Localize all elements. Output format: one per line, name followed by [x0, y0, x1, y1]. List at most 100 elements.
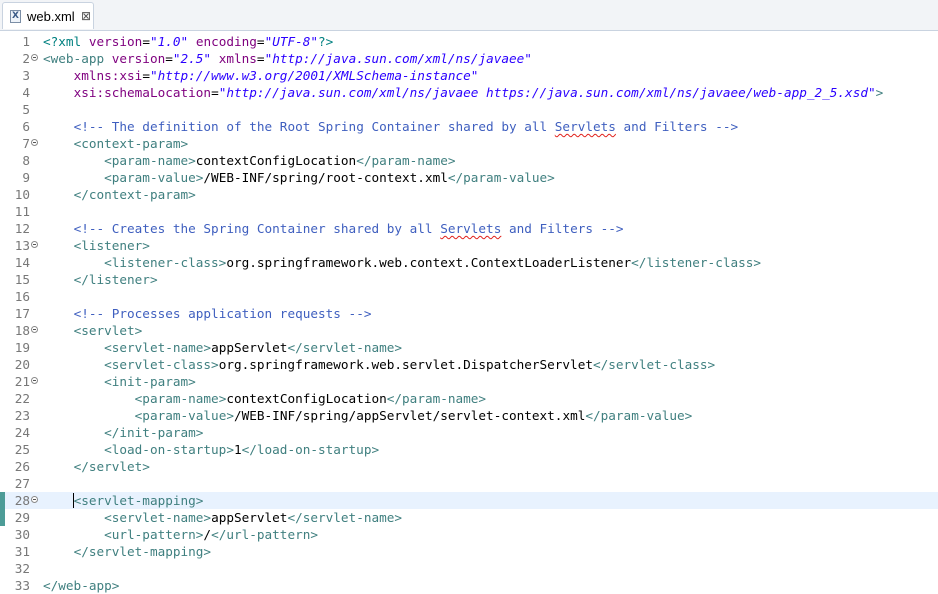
- fold-toggle-icon[interactable]: [31, 54, 38, 61]
- close-icon[interactable]: ⊠: [79, 8, 93, 24]
- code-editor[interactable]: 1 <?xml version="1.0" encoding="UTF-8"?> 2…: [0, 31, 938, 594]
- code-line[interactable]: 15 </listener>: [0, 271, 938, 288]
- fold-toggle-icon[interactable]: [31, 326, 38, 333]
- code-line[interactable]: 17 <!-- Processes application requests -…: [0, 305, 938, 322]
- line-number: 19: [14, 340, 30, 355]
- code-line[interactable]: 5: [0, 101, 938, 118]
- code-token: version: [111, 51, 166, 66]
- code-text: <url-pattern>/</url-pattern>: [43, 526, 318, 543]
- code-token: <listener>: [73, 238, 150, 253]
- line-number: 1: [22, 34, 30, 49]
- line-number: 32: [14, 561, 30, 576]
- line-number: 9: [22, 170, 30, 185]
- line-number: 8: [22, 153, 30, 168]
- code-line[interactable]: 3 xmlns:xsi="http://www.w3.org/2001/XMLS…: [0, 67, 938, 84]
- code-text: <servlet>: [43, 322, 143, 339]
- code-token: appServlet: [211, 510, 288, 525]
- code-token: <init-param>: [104, 374, 196, 389]
- code-token: <!-- Processes application requests -->: [73, 306, 372, 321]
- code-line[interactable]: 18 <servlet>: [0, 322, 938, 339]
- line-number: 31: [14, 544, 30, 559]
- code-token: appServlet: [211, 340, 288, 355]
- code-line[interactable]: 22 <param-name>contextConfigLocation</pa…: [0, 390, 938, 407]
- code-text: <web-app version="2.5" xmlns="http://jav…: [43, 50, 532, 67]
- code-line[interactable]: 8 <param-name>contextConfigLocation</par…: [0, 152, 938, 169]
- code-line[interactable]: 12 <!-- Creates the Spring Container sha…: [0, 220, 938, 237]
- code-token: </param-value>: [447, 170, 555, 185]
- code-token: encoding: [195, 34, 257, 49]
- code-token: </param-name>: [386, 391, 487, 406]
- code-line[interactable]: 14 <listener-class>org.springframework.w…: [0, 254, 938, 271]
- code-token: >: [875, 85, 884, 100]
- line-number: 17: [14, 306, 30, 321]
- code-text: <listener-class>org.springframework.web.…: [43, 254, 761, 271]
- code-line[interactable]: 31 </servlet-mapping>: [0, 543, 938, 560]
- code-line[interactable]: 26 </servlet>: [0, 458, 938, 475]
- code-line[interactable]: 23 <param-value>/WEB-INF/spring/appServl…: [0, 407, 938, 424]
- code-token: xmlns: [218, 51, 257, 66]
- code-token: version: [88, 34, 143, 49]
- code-line[interactable]: 25 <load-on-startup>1</load-on-startup>: [0, 441, 938, 458]
- code-text: </web-app>: [43, 577, 119, 594]
- line-number: 16: [14, 289, 30, 304]
- code-text: <listener>: [43, 237, 150, 254]
- code-line[interactable]: 16: [0, 288, 938, 305]
- code-line[interactable]: 33 </web-app>: [0, 577, 938, 594]
- code-text: <init-param>: [43, 373, 196, 390]
- code-line[interactable]: 11: [0, 203, 938, 220]
- code-line[interactable]: 13 <listener>: [0, 237, 938, 254]
- fold-toggle-icon[interactable]: [31, 241, 38, 248]
- code-line[interactable]: 20 <servlet-class>org.springframework.we…: [0, 356, 938, 373]
- spelling-warning: Servlets: [440, 221, 502, 236]
- code-token: <listener-class>: [104, 255, 227, 270]
- code-token: <load-on-startup>: [104, 442, 234, 457]
- code-text: <param-value>/WEB-INF/spring/root-contex…: [43, 169, 555, 186]
- code-line[interactable]: 2 <web-app version="2.5" xmlns="http://ja…: [0, 50, 938, 67]
- fold-toggle-icon[interactable]: [31, 139, 38, 146]
- line-number: 28: [14, 493, 30, 508]
- spelling-warning: Servlets: [554, 119, 616, 134]
- code-token: </load-on-startup>: [241, 442, 380, 457]
- code-text: <!-- Creates the Spring Container shared…: [43, 220, 624, 237]
- code-line[interactable]: 29 <servlet-name>appServlet</servlet-nam…: [0, 509, 938, 526]
- code-token: 1: [233, 442, 242, 457]
- code-token: <!-- Creates the Spring Container shared…: [73, 221, 441, 236]
- code-text: xsi:schemaLocation="http://java.sun.com/…: [43, 84, 884, 101]
- code-token: </context-param>: [73, 187, 196, 202]
- line-number: 24: [14, 425, 30, 440]
- code-line[interactable]: 7 <context-param>: [0, 135, 938, 152]
- tab-web-xml[interactable]: X web.xml ⊠: [2, 2, 94, 29]
- code-text: <?xml version="1.0" encoding="UTF-8"?>: [43, 33, 333, 50]
- fold-toggle-icon[interactable]: [31, 377, 38, 384]
- code-line[interactable]: 10 </context-param>: [0, 186, 938, 203]
- code-line[interactable]: 30 <url-pattern>/</url-pattern>: [0, 526, 938, 543]
- code-line[interactable]: 19 <servlet-name>appServlet</servlet-nam…: [0, 339, 938, 356]
- code-line[interactable]: 21 <init-param>: [0, 373, 938, 390]
- code-token: "http://java.sun.com/xml/ns/javaee": [264, 51, 532, 66]
- code-line[interactable]: 9 <param-value>/WEB-INF/spring/root-cont…: [0, 169, 938, 186]
- code-line[interactable]: 4 xsi:schemaLocation="http://java.sun.co…: [0, 84, 938, 101]
- code-line[interactable]: 6 <!-- The definition of the Root Spring…: [0, 118, 938, 135]
- code-line[interactable]: 27: [0, 475, 938, 492]
- line-number: 20: [14, 357, 30, 372]
- code-line[interactable]: 28 <servlet-mapping>: [0, 492, 938, 509]
- code-text: <servlet-name>appServlet</servlet-name>: [43, 339, 402, 356]
- code-line[interactable]: 32: [0, 560, 938, 577]
- code-token: </web-app>: [43, 578, 120, 593]
- code-token: <servlet-name>: [104, 510, 212, 525]
- code-line[interactable]: 24 </init-param>: [0, 424, 938, 441]
- xml-file-icon: X: [10, 10, 21, 23]
- code-line[interactable]: 1 <?xml version="1.0" encoding="UTF-8"?>: [0, 33, 938, 50]
- code-token: ?>: [318, 34, 334, 49]
- code-text: <servlet-mapping>: [43, 492, 204, 509]
- fold-toggle-icon[interactable]: [31, 496, 38, 503]
